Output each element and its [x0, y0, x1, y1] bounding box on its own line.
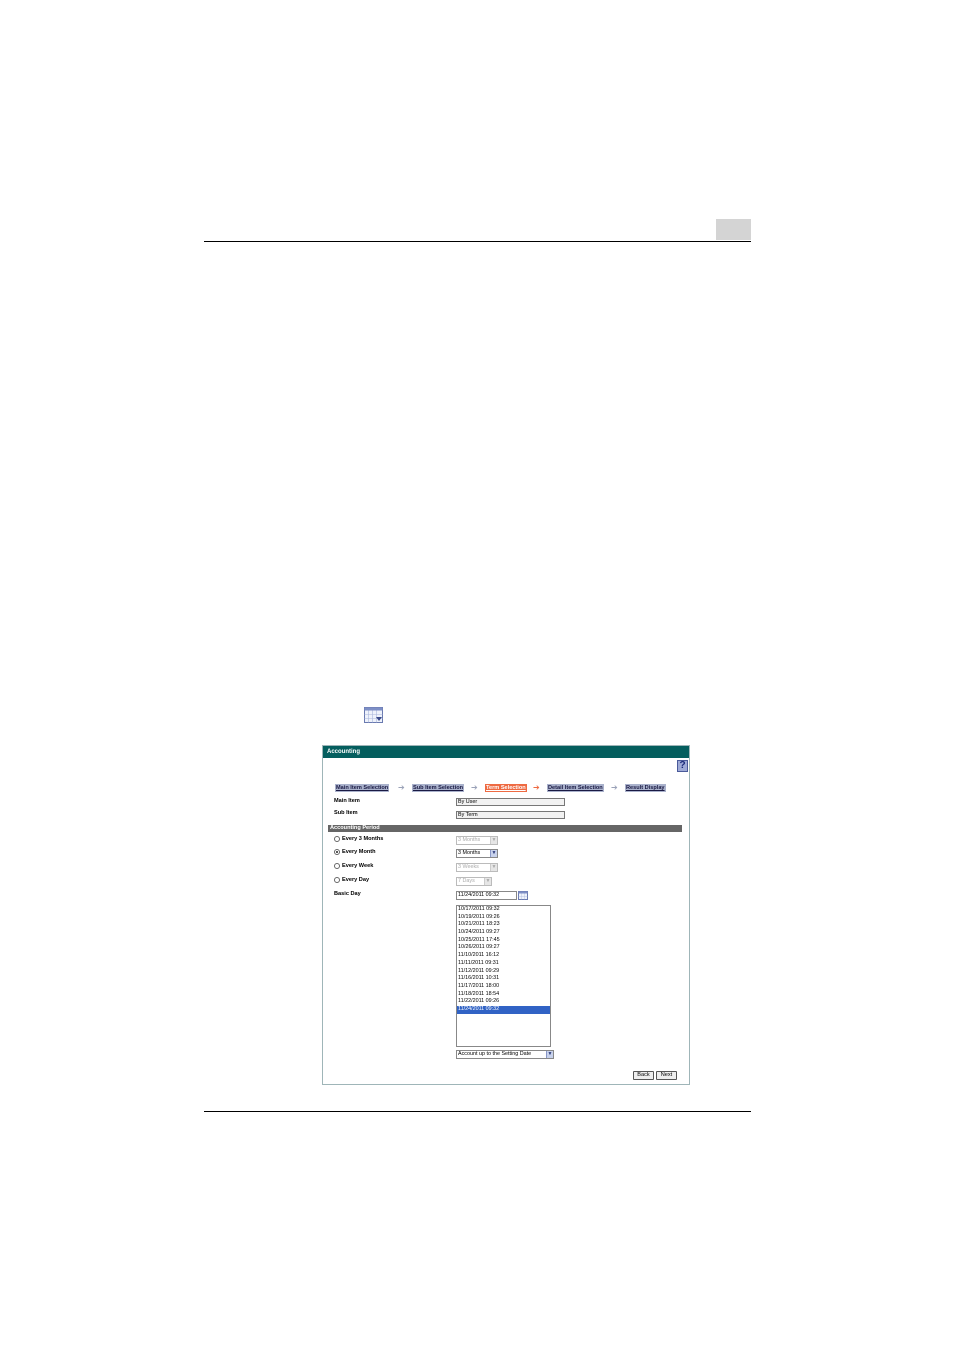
list-item[interactable]: 10/19/2011 09:26	[457, 914, 550, 922]
every-day-label: Every Day	[342, 877, 370, 883]
basic-day-input[interactable]: 11/24/2011 09:32	[456, 891, 517, 900]
radio-every-month[interactable]	[334, 849, 340, 855]
next-button[interactable]: Next	[656, 1071, 677, 1080]
list-item[interactable]: 11/11/2011 09:31	[457, 960, 550, 968]
list-item[interactable]: 10/24/2011 09:27	[457, 929, 550, 937]
main-item-field: By User	[456, 798, 565, 806]
main-item-label: Main Item	[334, 798, 360, 804]
account-mode-select[interactable]: Account up to the Setting Date ▼	[456, 1050, 554, 1059]
every-week-select-value: 3 Weeks	[458, 864, 479, 870]
arrow-right-icon: ➔	[533, 783, 540, 792]
list-item[interactable]: 11/16/2011 10:31	[457, 975, 550, 983]
sub-item-label: Sub Item	[334, 810, 358, 816]
chevron-down-icon: ▼	[546, 1051, 553, 1058]
accounting-window: Accounting ? Main Item Selection ➔ Sub I…	[322, 745, 690, 1085]
list-item[interactable]: 11/24/2011 09:32	[457, 1005, 550, 1014]
every-month-select-value: 3 Months	[458, 850, 481, 856]
header-rule	[204, 241, 751, 242]
every-week-select[interactable]: 3 Weeks ▼	[456, 863, 498, 872]
radio-every-day[interactable]	[334, 877, 340, 883]
basic-day-label: Basic Day	[334, 891, 361, 897]
step-term-selection[interactable]: Term Selection	[485, 784, 527, 792]
every-month-select[interactable]: 3 Months ▼	[456, 849, 498, 858]
every-day-select-value: 7 Days	[458, 878, 475, 884]
list-item[interactable]: 10/17/2011 09:32	[457, 906, 550, 914]
sub-item-field: By Term	[456, 811, 565, 819]
every-3-months-select-value: 3 Months	[458, 837, 481, 843]
every-3-months-select[interactable]: 3 Months ▼	[456, 836, 498, 845]
calendar-icon[interactable]	[518, 891, 528, 900]
every-month-label: Every Month	[342, 849, 376, 855]
list-item[interactable]: 11/12/2011 09:29	[457, 968, 550, 976]
chevron-down-icon: ▼	[490, 864, 497, 871]
list-item[interactable]: 10/26/2011 09:27	[457, 944, 550, 952]
list-item[interactable]: 11/17/2011 18:00	[457, 983, 550, 991]
step-result-display[interactable]: Result Display	[625, 784, 666, 792]
arrow-right-icon: ➔	[611, 783, 618, 792]
page-tab	[716, 219, 751, 240]
step-detail-item-selection[interactable]: Detail Item Selection	[547, 784, 604, 792]
radio-every-3-months[interactable]	[334, 836, 340, 842]
list-item[interactable]: 11/22/2011 09:26	[457, 998, 550, 1006]
every-day-select[interactable]: 7 Days ▼	[456, 877, 492, 886]
every-week-label: Every Week	[342, 863, 374, 869]
section-title: Accounting Period	[328, 825, 682, 832]
arrow-right-icon: ➔	[398, 783, 405, 792]
list-item[interactable]: 10/21/2011 18:23	[457, 921, 550, 929]
list-item[interactable]: 11/10/2011 16:12	[457, 952, 550, 960]
arrow-right-icon: ➔	[471, 783, 478, 792]
step-sub-item-selection[interactable]: Sub Item Selection	[412, 784, 465, 792]
chevron-down-icon: ▼	[484, 878, 491, 885]
list-item[interactable]: 11/18/2011 18:54	[457, 991, 550, 999]
chevron-down-icon: ▼	[490, 837, 497, 844]
help-button[interactable]: ?	[677, 760, 688, 772]
window-title: Accounting	[323, 746, 689, 758]
account-mode-value: Account up to the Setting Date	[458, 1051, 532, 1057]
every-3-months-label: Every 3 Months	[342, 836, 384, 842]
footer-rule	[204, 1111, 751, 1112]
radio-every-week[interactable]	[334, 863, 340, 869]
chevron-down-icon: ▼	[490, 850, 497, 857]
back-button[interactable]: Back	[633, 1071, 654, 1080]
calendar-icon	[364, 707, 383, 723]
list-item[interactable]: 10/25/2011 17:45	[457, 937, 550, 945]
step-navigation: Main Item Selection ➔ Sub Item Selection…	[323, 783, 689, 793]
date-listbox[interactable]: 10/17/2011 09:32 10/19/2011 09:26 10/21/20…	[456, 905, 551, 1047]
step-main-item-selection[interactable]: Main Item Selection	[335, 784, 390, 792]
